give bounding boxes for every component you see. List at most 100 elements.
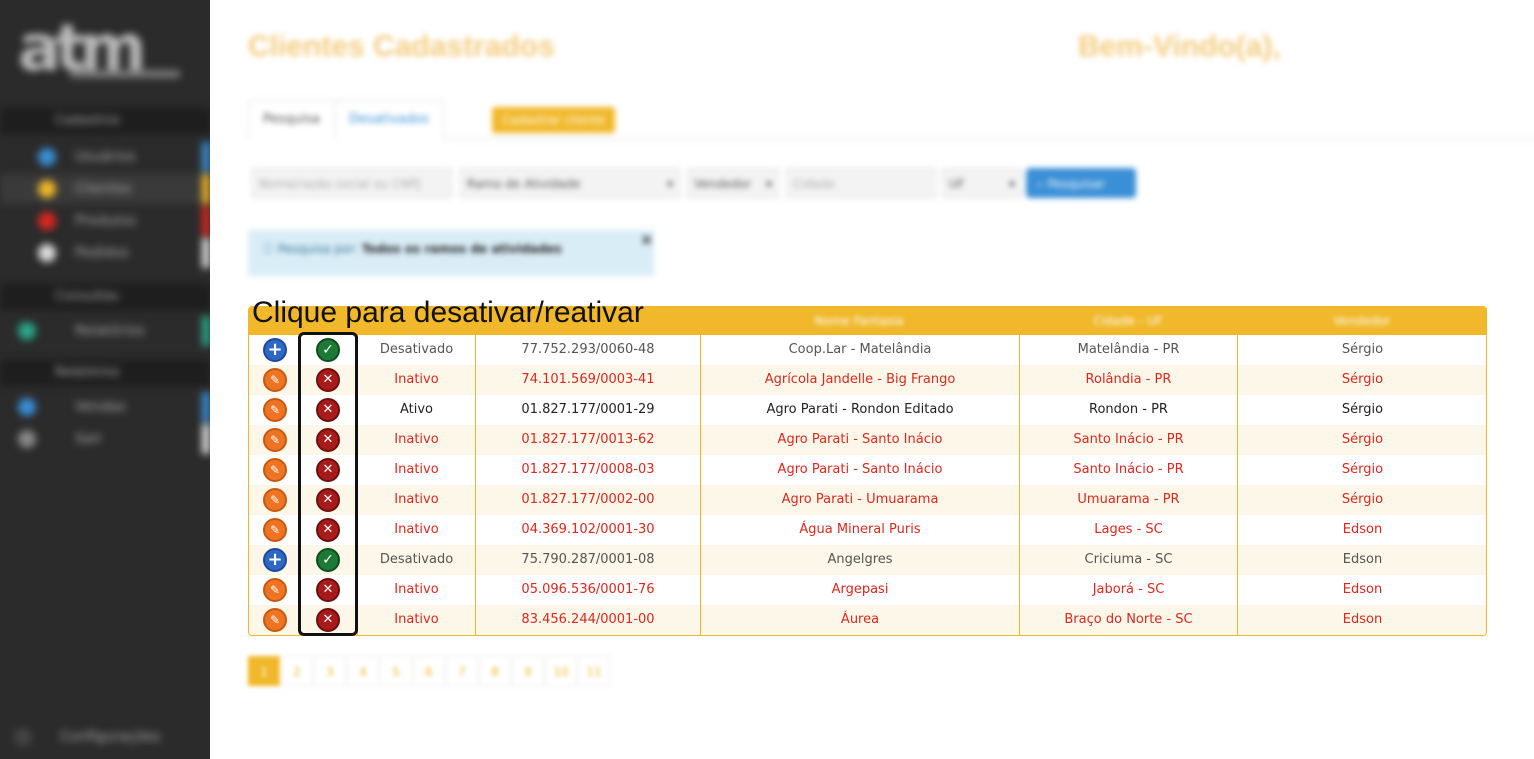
toggle-cell: ✕ <box>299 485 357 515</box>
sidebar-item-marker <box>202 238 210 268</box>
sidebar-item-marker <box>202 392 210 422</box>
table-row: ✎ ✕ Inativo 01.827.177/0002-00 Agro Parati -… <box>249 485 1486 515</box>
cnpj-cell: 01.827.177/0008-03 <box>475 455 700 485</box>
page-link[interactable]: 2 <box>281 656 313 686</box>
status-cell: Inativo <box>357 455 475 485</box>
reactivate-icon[interactable]: ✓ <box>316 338 340 362</box>
sidebar-item-vendas[interactable]: Vendas <box>0 392 210 422</box>
seller-select[interactable]: Vendedor ▾ <box>687 168 779 198</box>
deactivate-icon[interactable]: ✕ <box>316 578 340 602</box>
table-row: ✎ ✕ Inativo 83.456.244/0001-00 Áurea Braço do… <box>249 605 1486 635</box>
sidebar-section-relatorios: Relatórios <box>0 360 210 386</box>
toggle-cell: ✕ <box>299 365 357 395</box>
page-link[interactable]: 5 <box>380 656 412 686</box>
close-icon[interactable]: × <box>640 230 653 249</box>
action-cell: ✎ <box>249 515 299 545</box>
page-link[interactable]: 4 <box>347 656 379 686</box>
name-cnpj-input[interactable]: Nome/razão social ou CNPJ <box>252 168 452 198</box>
sidebar-content: atm Cadastros Usuários Clientes Produtos… <box>0 0 210 759</box>
page-link[interactable]: 3 <box>314 656 346 686</box>
cnpj-cell: 05.096.536/0001-76 <box>475 575 700 605</box>
name-cell: Angelgres <box>700 545 1019 575</box>
cnpj-cell: 04.369.102/0001-30 <box>475 515 700 545</box>
reactivate-icon[interactable]: ✓ <box>316 548 340 572</box>
uf-select-value: UF <box>949 177 965 191</box>
edit-icon[interactable]: ✎ <box>263 608 287 632</box>
edit-icon[interactable]: ✎ <box>263 398 287 422</box>
exit-icon <box>18 430 36 448</box>
status-cell: Desativado <box>357 545 475 575</box>
name-cell: Agro Parati - Santo Inácio <box>700 425 1019 455</box>
tab-disabled[interactable]: Desativados <box>334 100 445 139</box>
sidebar-item-pedidos[interactable]: Pedidos <box>0 238 210 268</box>
alert-text: ⓘ Pesquisa por: Todos os ramos de ativid… <box>262 240 562 257</box>
sidebar-footer[interactable]: Configurações <box>0 722 210 752</box>
sidebar-item-marker <box>202 174 210 204</box>
name-cell: Agrícola Jandelle - Big Frango <box>700 365 1019 395</box>
sidebar-item-clientes[interactable]: Clientes <box>0 174 210 204</box>
table-row: ✎ ✕ Inativo 01.827.177/0008-03 Agro Parati -… <box>249 455 1486 485</box>
deactivate-icon[interactable]: ✕ <box>316 488 340 512</box>
add-icon[interactable]: + <box>263 338 287 362</box>
register-client-button[interactable]: Cadastrar cliente <box>492 107 616 133</box>
action-cell: + <box>249 335 299 365</box>
sidebar-item-label: Usuários <box>75 149 136 165</box>
city-cell: Matelândia - PR <box>1019 335 1237 365</box>
sidebar-section-consultas: Consultas <box>0 284 210 310</box>
toggle-cell: ✕ <box>299 605 357 635</box>
status-cell: Ativo <box>357 395 475 425</box>
deactivate-icon[interactable]: ✕ <box>316 518 340 542</box>
deactivate-icon[interactable]: ✕ <box>316 398 340 422</box>
tab-bar: Pesquisa Desativados Cadastrar cliente <box>248 100 1534 139</box>
activity-select[interactable]: Ramo de Atividade ▾ <box>460 168 680 198</box>
page-title: Clientes Cadastrados <box>248 30 555 63</box>
toggle-cell: ✕ <box>299 515 357 545</box>
report-icon <box>18 322 36 340</box>
city-cell: Rondon - PR <box>1019 395 1237 425</box>
activity-select-value: Ramo de Atividade <box>467 177 581 191</box>
edit-icon[interactable]: ✎ <box>263 368 287 392</box>
edit-icon[interactable]: ✎ <box>263 458 287 482</box>
seller-cell: Sérgio <box>1237 485 1486 515</box>
column-header-seller: Vendedor <box>1333 314 1391 328</box>
seller-cell: Sérgio <box>1237 425 1486 455</box>
page-link[interactable]: 10 <box>545 656 577 686</box>
deactivate-icon[interactable]: ✕ <box>316 428 340 452</box>
product-icon <box>38 212 56 230</box>
status-cell: Inativo <box>357 605 475 635</box>
city-cell: Santo Inácio - PR <box>1019 425 1237 455</box>
toggle-cell: ✕ <box>299 575 357 605</box>
toggle-cell: ✓ <box>299 545 357 575</box>
edit-icon[interactable]: ✎ <box>263 428 287 452</box>
uf-select[interactable]: UF ▾ <box>942 168 1022 198</box>
edit-icon[interactable]: ✎ <box>263 518 287 542</box>
sidebar-item-produtos[interactable]: Produtos <box>0 206 210 236</box>
city-input[interactable]: Cidade <box>786 168 936 198</box>
page-link[interactable]: 8 <box>479 656 511 686</box>
sidebar-item-sair[interactable]: Sair <box>0 424 210 454</box>
edit-icon[interactable]: ✎ <box>263 578 287 602</box>
page-link[interactable]: 7 <box>446 656 478 686</box>
deactivate-icon[interactable]: ✕ <box>316 458 340 482</box>
deactivate-icon[interactable]: ✕ <box>316 608 340 632</box>
sidebar-item-label: Clientes <box>75 181 132 197</box>
name-cell: Agro Parati - Rondon Editado <box>700 395 1019 425</box>
page-link[interactable]: 1 <box>248 656 280 686</box>
sales-icon <box>18 398 36 416</box>
add-icon[interactable]: + <box>263 548 287 572</box>
page-link[interactable]: 11 <box>578 656 610 686</box>
search-button[interactable]: ⌕ Pesquisar <box>1026 168 1136 198</box>
deactivate-icon[interactable]: ✕ <box>316 368 340 392</box>
sidebar-item-marker <box>202 316 210 346</box>
page-link[interactable]: 9 <box>512 656 544 686</box>
tab-search[interactable]: Pesquisa <box>248 100 335 139</box>
sidebar-item-relatorios[interactable]: Relatórios <box>0 316 210 346</box>
sidebar-item-usuarios[interactable]: Usuários <box>0 142 210 172</box>
page-link[interactable]: 6 <box>413 656 445 686</box>
edit-icon[interactable]: ✎ <box>263 488 287 512</box>
action-cell: ✎ <box>249 365 299 395</box>
welcome-text: Bem-Vindo(a), <box>1078 30 1281 63</box>
table-row: ✎ ✕ Inativo 01.827.177/0013-62 Agro Parati -… <box>249 425 1486 455</box>
sidebar-footer-label: Configurações <box>60 729 161 745</box>
action-cell: ✎ <box>249 395 299 425</box>
